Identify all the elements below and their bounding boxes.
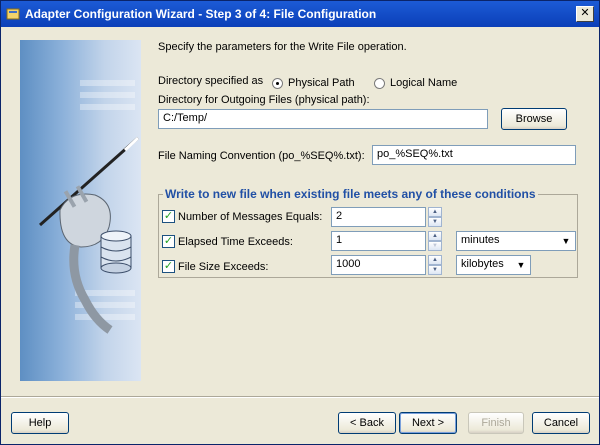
elapsed-unit-select[interactable]: minutes ▼ — [456, 231, 576, 251]
filesize-checkbox[interactable]: ✓ — [162, 260, 175, 273]
logical-name-radio[interactable] — [374, 78, 385, 89]
next-button[interactable]: Next > — [399, 412, 457, 434]
filesize-label: File Size Exceeds: — [178, 261, 269, 273]
window-title: Adapter Configuration Wizard - Step 3 of… — [25, 7, 377, 21]
side-illustration — [20, 40, 141, 381]
title-bar: Adapter Configuration Wizard - Step 3 of… — [1, 1, 599, 27]
filesize-spinner[interactable]: ▲ ▼ — [428, 255, 442, 275]
wizard-icon — [6, 8, 20, 20]
spin-up-icon[interactable]: ▲ — [428, 231, 442, 241]
cancel-button[interactable]: Cancel — [532, 412, 590, 434]
spin-up-icon[interactable]: ▲ — [428, 207, 442, 217]
check-icon: ✓ — [163, 260, 174, 272]
filesize-unit-select[interactable]: kilobytes ▼ — [456, 255, 531, 275]
close-icon: ✕ — [580, 7, 590, 19]
elapsed-checkbox[interactable]: ✓ — [162, 235, 175, 248]
database-icon — [100, 230, 132, 274]
check-icon: ✓ — [163, 210, 174, 222]
elapsed-label: Elapsed Time Exceeds: — [178, 236, 293, 248]
physical-path-radio[interactable] — [272, 78, 283, 89]
close-button[interactable]: ✕ — [576, 6, 594, 22]
filesize-input[interactable]: 1000 — [331, 255, 426, 275]
browse-button[interactable]: Browse — [501, 108, 567, 130]
elapsed-unit-value: minutes — [461, 234, 500, 246]
conditions-title: Write to new file when existing file mee… — [163, 187, 538, 201]
dropdown-arrow-icon: ▼ — [516, 260, 526, 270]
back-button[interactable]: < Back — [338, 412, 396, 434]
messages-input[interactable]: 2 — [331, 207, 426, 227]
spin-down-icon[interactable]: ▼ — [428, 265, 442, 275]
physical-path-label: Physical Path — [288, 77, 355, 89]
dropdown-arrow-icon: ▼ — [561, 236, 571, 246]
messages-spinner[interactable]: ▲ ▼ — [428, 207, 442, 227]
spin-up-icon[interactable]: ▲ — [428, 255, 442, 265]
check-icon: ✓ — [163, 235, 174, 247]
spin-down-icon[interactable]: ▼ — [428, 217, 442, 227]
logical-name-label: Logical Name — [390, 77, 458, 89]
elapsed-spinner[interactable]: ▲ ▼ — [428, 231, 442, 251]
naming-convention-label: File Naming Convention (po_%SEQ%.txt): — [158, 150, 365, 162]
messages-checkbox[interactable]: ✓ — [162, 210, 175, 223]
messages-label: Number of Messages Equals: — [178, 211, 323, 223]
finish-button: Finish — [468, 412, 524, 434]
naming-convention-input[interactable]: po_%SEQ%.txt — [372, 145, 576, 165]
elapsed-input[interactable]: 1 — [331, 231, 426, 251]
spin-down-icon: ▼ — [428, 241, 442, 251]
outgoing-dir-input[interactable]: C:/Temp/ — [158, 109, 488, 129]
wizard-window: Adapter Configuration Wizard - Step 3 of… — [0, 0, 600, 445]
directory-specified-label: Directory specified as — [158, 75, 264, 87]
plug-illustration — [39, 80, 140, 334]
footer-divider — [1, 396, 599, 398]
filesize-unit-value: kilobytes — [461, 258, 504, 270]
intro-text: Specify the parameters for the Write Fil… — [158, 41, 407, 53]
outgoing-dir-label: Directory for Outgoing Files (physical p… — [158, 94, 370, 106]
help-button[interactable]: Help — [11, 412, 69, 434]
